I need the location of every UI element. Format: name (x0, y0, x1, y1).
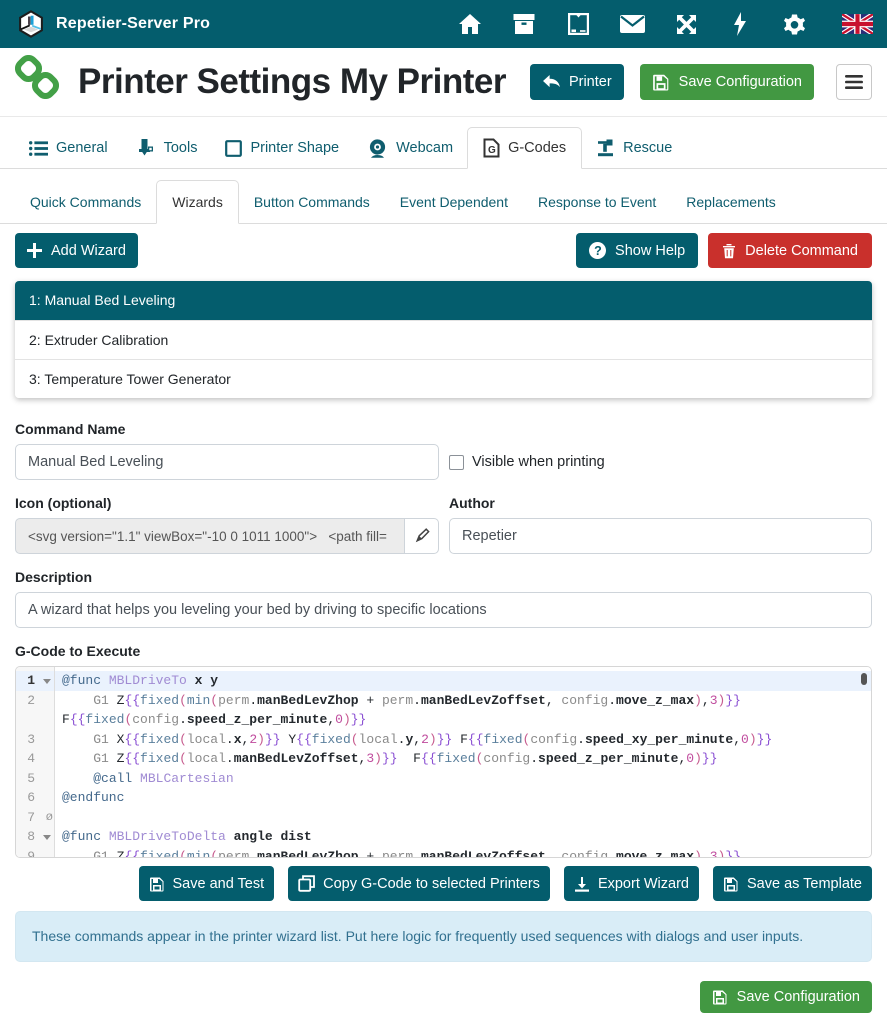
svg-text:?: ? (594, 244, 602, 258)
svg-text:G: G (488, 145, 496, 156)
